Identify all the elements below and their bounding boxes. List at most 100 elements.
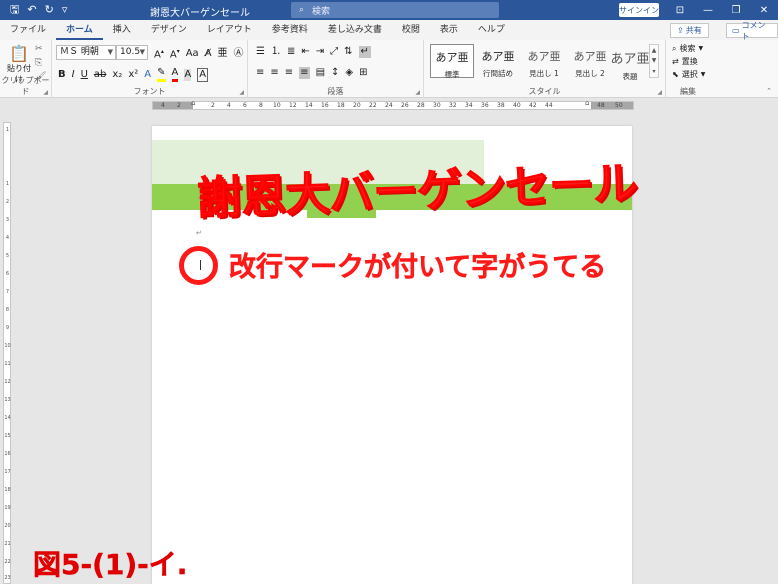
- select-button[interactable]: ⬉ 選択 ▼: [672, 69, 705, 80]
- char-shading-icon[interactable]: A: [184, 68, 192, 81]
- multilevel-list-icon[interactable]: ≣: [287, 46, 295, 58]
- chevron-up-icon[interactable]: ▲: [652, 47, 657, 54]
- text-effects-icon[interactable]: A: [144, 69, 151, 81]
- change-case-icon[interactable]: Aa: [186, 48, 199, 60]
- search-box[interactable]: ⌕ 検索: [291, 2, 499, 18]
- font-name-select[interactable]: ＭＳ 明朝 ▼: [56, 45, 116, 60]
- tab-help[interactable]: ヘルプ: [468, 20, 515, 40]
- clear-format-icon[interactable]: A̸: [205, 48, 212, 60]
- enclosed-char-icon[interactable]: Ⓐ: [234, 48, 244, 60]
- ribbon-display-icon[interactable]: ⊡: [666, 5, 694, 16]
- styles-scroll[interactable]: ▲ ▼ ▾: [649, 44, 659, 78]
- bullets-icon[interactable]: ☰: [256, 46, 265, 58]
- ruler-tick: 32: [449, 102, 457, 109]
- copy-icon[interactable]: ⎘: [35, 58, 46, 68]
- strikethrough-icon[interactable]: ab: [94, 69, 106, 81]
- ruler-tick: 16: [4, 451, 11, 457]
- phonetic-guide-icon[interactable]: 亜: [218, 48, 228, 60]
- style-heading-2[interactable]: あア亜 見出し 2: [568, 44, 612, 78]
- chevron-down-icon: ▼: [700, 71, 706, 78]
- shrink-font-icon[interactable]: A▾: [170, 46, 180, 61]
- style-normal[interactable]: あア亜 標準: [430, 44, 474, 79]
- superscript-icon[interactable]: x²: [128, 69, 138, 81]
- italic-icon[interactable]: I: [72, 69, 75, 81]
- more-icon[interactable]: ▾: [652, 68, 655, 75]
- clipboard-launcher-icon[interactable]: ◢: [43, 89, 48, 96]
- font-size-select[interactable]: 10.5 ▼: [116, 45, 148, 60]
- editing-group-label: 編集: [680, 87, 696, 96]
- grow-font-icon[interactable]: A▴: [154, 46, 164, 61]
- sort-icon[interactable]: ⇅: [344, 46, 352, 58]
- distributed-icon[interactable]: ▤: [316, 67, 325, 79]
- ruler-tick: 20: [353, 102, 361, 109]
- share-button[interactable]: ⇪ 共有: [670, 23, 709, 38]
- ruler-tick: 4: [5, 235, 10, 241]
- style-heading-1[interactable]: あア亜 見出し 1: [522, 44, 566, 78]
- char-border-icon[interactable]: A: [197, 67, 209, 82]
- restore-icon[interactable]: ❐: [722, 5, 750, 16]
- paragraph-mark: ↵: [196, 229, 202, 237]
- shading-icon[interactable]: ◈: [345, 67, 353, 79]
- font-color-icon[interactable]: A: [171, 67, 179, 82]
- style-label: 見出し 2: [575, 69, 605, 78]
- indent-marker-icon[interactable]: ⌂: [191, 99, 195, 107]
- numbering-icon[interactable]: ⒈: [271, 46, 281, 58]
- font-launcher-icon[interactable]: ◢: [239, 89, 244, 96]
- tab-home[interactable]: ホーム: [56, 20, 103, 40]
- subscript-icon[interactable]: x₂: [112, 69, 122, 81]
- highlight-circle: [179, 246, 218, 285]
- horizontal-ruler[interactable]: 4 2 2 4 6 8 10 12 14 16 18 20 22 24 26 2…: [152, 99, 634, 110]
- align-center-icon[interactable]: ≡: [270, 67, 278, 79]
- ruler-tick: 1: [5, 181, 10, 187]
- tab-review[interactable]: 校閲: [392, 20, 430, 40]
- right-indent-marker-icon[interactable]: ⌂: [585, 99, 589, 107]
- save-icon[interactable]: 🖫: [10, 4, 19, 16]
- align-right-icon[interactable]: ≡: [285, 67, 293, 79]
- minimize-icon[interactable]: —: [694, 5, 722, 16]
- style-no-spacing[interactable]: あア亜 行間詰め: [476, 44, 520, 78]
- underline-icon[interactable]: U: [81, 69, 88, 81]
- redo-icon[interactable]: ↻: [45, 4, 54, 16]
- search-icon: ⌕: [299, 5, 305, 15]
- ruler-tick: 17: [4, 469, 11, 475]
- ruler-tick: 30: [433, 102, 441, 109]
- highlight-icon[interactable]: ✎: [157, 67, 166, 82]
- decrease-indent-icon[interactable]: ⇤: [301, 46, 309, 58]
- customize-icon[interactable]: ▿: [62, 4, 68, 16]
- ruler-tick: 16: [321, 102, 329, 109]
- cut-icon[interactable]: ✂: [35, 44, 46, 54]
- tab-file[interactable]: ファイル: [0, 20, 56, 40]
- bold-icon[interactable]: B: [58, 69, 66, 81]
- tab-insert[interactable]: 挿入: [103, 20, 141, 40]
- line-spacing-icon[interactable]: ↕: [331, 67, 339, 79]
- show-marks-icon[interactable]: ↵: [358, 46, 371, 58]
- tab-view[interactable]: 表示: [430, 20, 468, 40]
- style-preview: あア亜: [435, 51, 469, 64]
- paragraph-launcher-icon[interactable]: ◢: [415, 89, 420, 96]
- close-icon[interactable]: ✕: [750, 5, 778, 16]
- ruler-tick: 2: [177, 102, 181, 109]
- undo-icon[interactable]: ↶: [27, 4, 36, 16]
- tab-references[interactable]: 参考資料: [262, 20, 318, 40]
- justify-icon[interactable]: ≡: [299, 67, 310, 79]
- paragraph-group-label: 段落: [327, 87, 344, 96]
- increase-indent-icon[interactable]: ⇥: [316, 46, 324, 58]
- collapse-ribbon-icon[interactable]: ⌃: [766, 87, 772, 95]
- borders-icon[interactable]: ⊞: [359, 67, 367, 79]
- styles-launcher-icon[interactable]: ◢: [657, 89, 662, 96]
- align-left-icon[interactable]: ≡: [256, 67, 264, 79]
- tab-mailings[interactable]: 差し込み文書: [318, 20, 392, 40]
- style-title[interactable]: あア亜 表題: [608, 44, 652, 81]
- signin-button[interactable]: サインイン: [619, 3, 659, 17]
- search-placeholder: 検索: [312, 6, 331, 17]
- tab-layout[interactable]: レイアウト: [197, 20, 262, 40]
- tab-design[interactable]: デザイン: [141, 20, 197, 40]
- ruler-tick: 40: [513, 102, 521, 109]
- asian-layout-icon[interactable]: ⤢: [330, 46, 338, 58]
- comment-button[interactable]: ▭ コメント: [726, 21, 778, 41]
- replace-button[interactable]: ⇄ 置換: [672, 56, 698, 67]
- vertical-ruler[interactable]: 1 1 2 3 4 5 6 7 8 9 10 11 12 13 14 15 16…: [3, 122, 11, 584]
- style-label: 見出し 1: [529, 69, 559, 78]
- chevron-down-icon[interactable]: ▼: [652, 57, 657, 64]
- find-button[interactable]: ⌕ 検索 ▼: [672, 43, 703, 54]
